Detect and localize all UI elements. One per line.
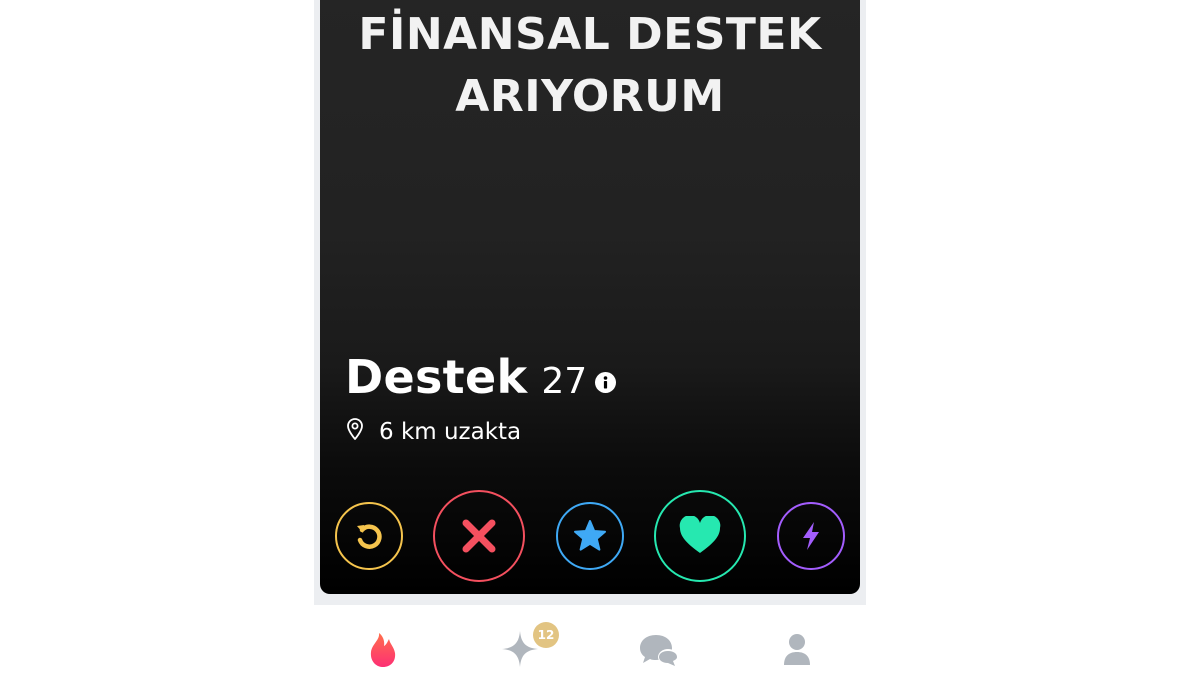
close-icon <box>462 519 496 553</box>
rewind-icon <box>357 524 382 549</box>
heart-icon <box>679 516 721 553</box>
distance-text: 6 km uzakta <box>379 418 522 445</box>
info-icon[interactable] <box>595 372 616 393</box>
flame-icon <box>370 633 396 667</box>
tab-profile[interactable] <box>782 632 812 666</box>
card-stack: FİNANSAL DESTEK ARIYORUM Destek 27 6 km … <box>314 0 866 605</box>
profile-age: 27 <box>541 361 588 402</box>
like-button[interactable] <box>654 490 746 582</box>
rewind-button[interactable] <box>335 502 403 570</box>
distance-row: 6 km uzakta <box>345 417 521 446</box>
super-like-button[interactable] <box>556 502 624 570</box>
app-screen: FİNANSAL DESTEK ARIYORUM Destek 27 6 km … <box>314 0 866 675</box>
likes-count-badge: 12 <box>533 622 559 648</box>
profile-card[interactable]: FİNANSAL DESTEK ARIYORUM Destek 27 6 km … <box>320 0 860 594</box>
profile-name: Destek <box>345 350 528 404</box>
boost-button[interactable] <box>777 502 845 570</box>
tab-messages[interactable] <box>638 632 682 668</box>
star-icon <box>574 520 606 551</box>
headline-line-1: FİNANSAL DESTEK <box>358 9 822 60</box>
bottom-tab-bar: 12 <box>314 605 866 675</box>
lightning-icon <box>803 522 819 550</box>
nope-button[interactable] <box>433 490 525 582</box>
location-pin-icon <box>345 417 365 446</box>
user-icon <box>784 634 810 665</box>
profile-photo-text: FİNANSAL DESTEK ARIYORUM <box>320 4 860 128</box>
chat-icon <box>640 635 678 666</box>
headline-line-2: ARIYORUM <box>455 71 725 122</box>
tab-discover[interactable] <box>366 631 400 669</box>
profile-name-row: Destek 27 <box>345 350 587 404</box>
